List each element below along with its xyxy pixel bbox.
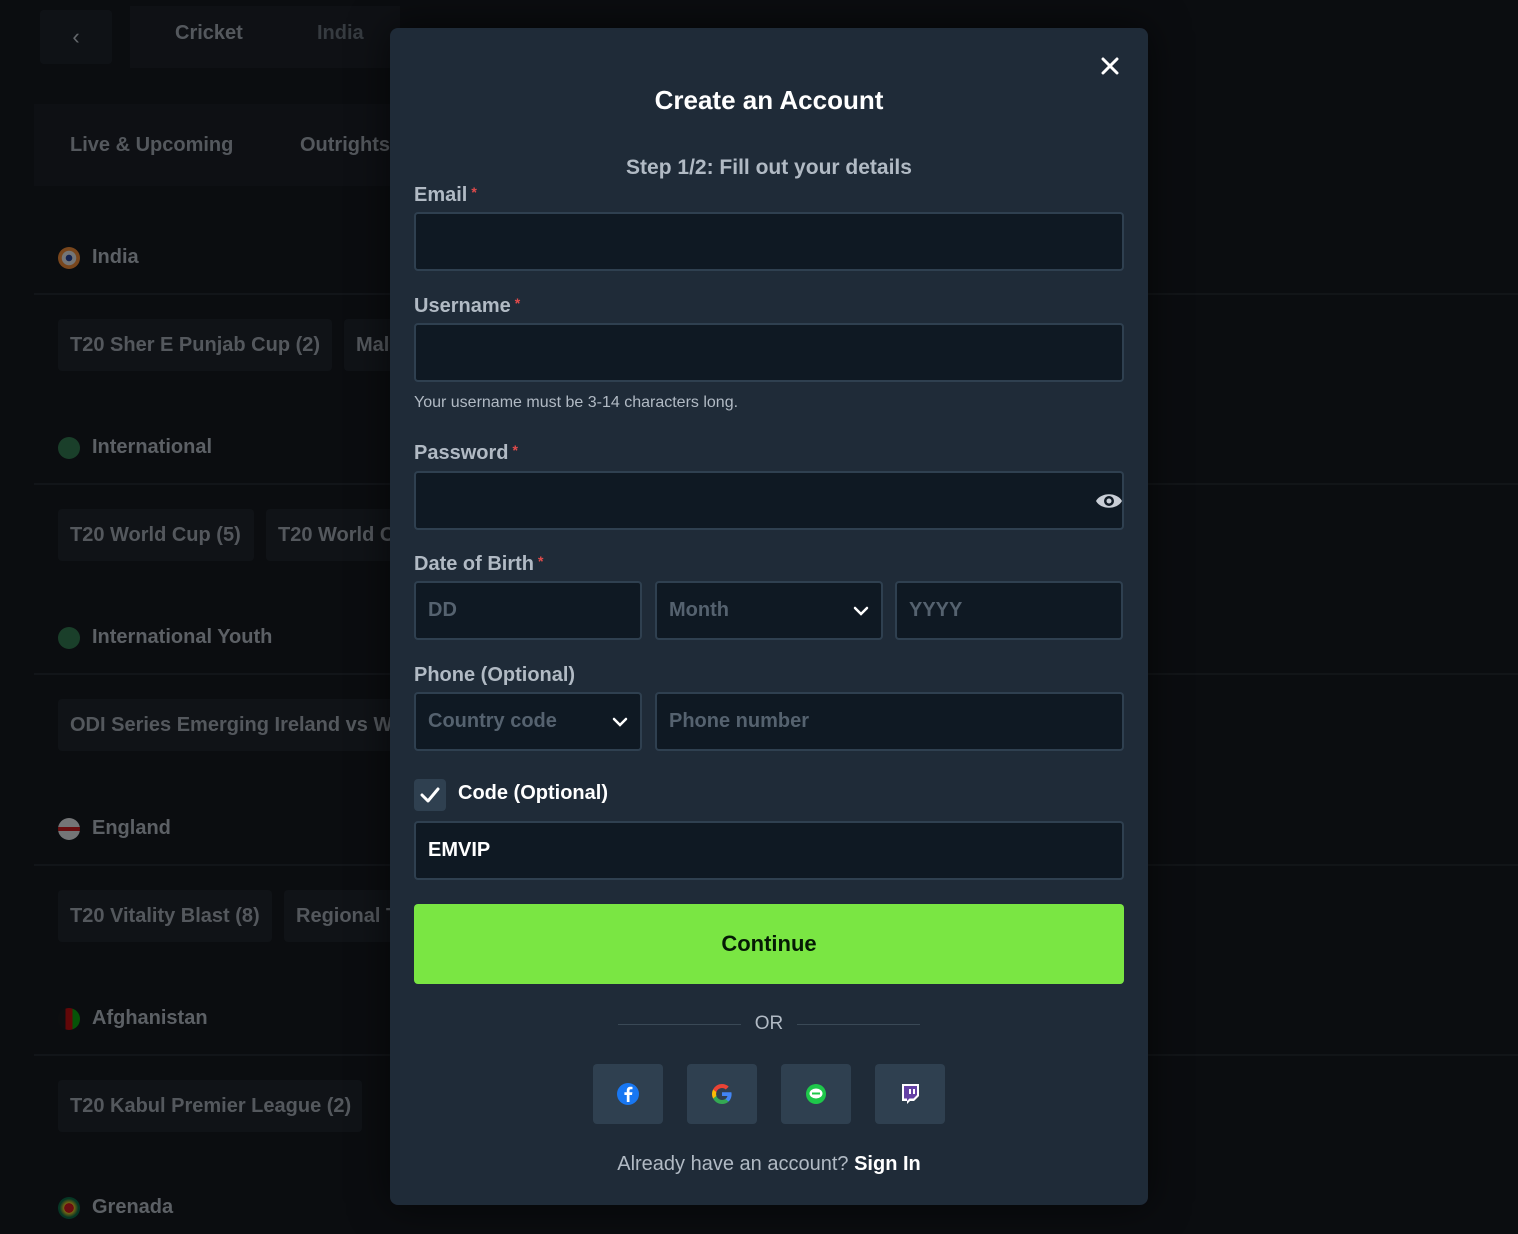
tab-outrights[interactable]: Outrights [300,134,390,157]
competition-chip[interactable]: T20 World Cup (5) [58,509,254,561]
or-divider: OR [618,1012,920,1036]
dob-month-select[interactable]: Month [655,581,883,640]
create-account-modal: Create an Account Step 1/2: Fill out you… [390,28,1148,1205]
twitch-icon [902,1084,919,1104]
chevron-left-icon: ‹ [72,24,80,49]
code-label: Code (Optional) [458,782,608,804]
chevron-down-icon [853,606,869,616]
globe-icon [58,436,80,459]
section-header-grenada[interactable]: Grenada [58,1196,173,1219]
globe-icon [58,626,80,649]
close-icon [1101,57,1119,75]
country-code-select[interactable]: Country code [414,692,642,751]
code-checkbox[interactable] [414,779,446,811]
india-flag-icon [58,246,80,269]
competition-chip[interactable]: ODI Series Emerging Ireland vs W [58,699,404,751]
section-header-international-youth[interactable]: International Youth [58,626,272,649]
section-header-international[interactable]: International [58,436,212,459]
facebook-login-button[interactable] [593,1064,663,1124]
twitch-login-button[interactable] [875,1064,945,1124]
afghanistan-flag-icon [58,1007,80,1030]
tab-live-upcoming[interactable]: Live & Upcoming [70,134,233,157]
section-header-england[interactable]: England [58,817,171,840]
show-password-button[interactable] [1094,486,1124,516]
line-icon [806,1084,826,1104]
phone-number-field[interactable] [655,692,1124,751]
checkmark-icon [420,787,440,803]
back-button[interactable]: ‹ [40,10,112,64]
password-label: Password * [414,442,518,464]
section-header-afghanistan[interactable]: Afghanistan [58,1007,208,1030]
email-field[interactable] [414,212,1124,271]
phone-label: Phone (Optional) [414,664,576,686]
close-button[interactable] [1094,50,1126,82]
competition-chip[interactable]: T20 Sher E Punjab Cup (2) [58,319,332,371]
eye-icon [1096,494,1122,508]
england-flag-icon [58,817,80,840]
signin-link[interactable]: Sign In [854,1153,921,1175]
breadcrumb-cricket[interactable]: Cricket [175,22,243,45]
line-login-button[interactable] [781,1064,851,1124]
breadcrumb-india[interactable]: India [317,22,364,45]
competition-chip[interactable]: T20 Vitality Blast (8) [58,890,272,942]
step-indicator: Step 1/2: Fill out your details [626,156,912,179]
competition-chip[interactable]: T20 Kabul Premier League (2) [58,1080,362,1132]
competition-chip[interactable]: Regional T [284,890,404,942]
username-hint: Your username must be 3-14 characters lo… [414,394,739,411]
section-header-india[interactable]: India [58,246,139,269]
grenada-flag-icon [58,1196,80,1219]
dob-year-field[interactable] [895,581,1123,640]
username-label: Username * [414,295,521,317]
code-field[interactable] [414,821,1124,880]
signin-row: Already have an account? Sign In [390,1153,1148,1176]
modal-title: Create an Account [654,85,884,115]
google-login-button[interactable] [687,1064,757,1124]
signin-prompt: Already have an account? [617,1153,849,1175]
dob-label: Date of Birth * [414,553,544,575]
competition-chip[interactable]: T20 World C [266,509,404,561]
google-icon [712,1084,732,1104]
facebook-icon [617,1083,639,1105]
chevron-down-icon [612,717,628,727]
username-field[interactable] [414,323,1124,382]
continue-button[interactable]: Continue [414,904,1124,984]
dob-day-field[interactable] [414,581,642,640]
email-label: Email * [414,184,477,206]
password-field[interactable] [414,471,1124,530]
